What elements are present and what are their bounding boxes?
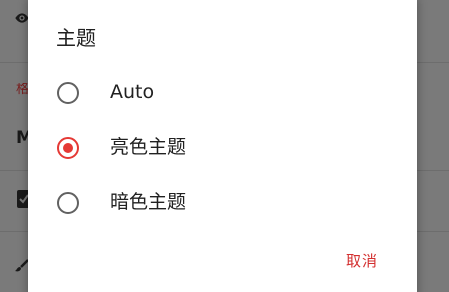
radio-dot [63, 143, 73, 153]
radio-checked-icon[interactable] [57, 137, 79, 159]
option-label: Auto [110, 81, 155, 103]
dialog-title: 主题 [56, 26, 96, 50]
option-auto[interactable]: Auto [28, 69, 417, 117]
option-label: 亮色主题 [110, 136, 187, 158]
radio-unchecked-icon[interactable] [57, 82, 79, 104]
theme-dialog: 主题 Auto 亮色主题 暗色主题 取消 [28, 0, 417, 292]
screen: 格 M 主题 Auto 亮色主题 暗色主题 取消 [0, 0, 449, 292]
cancel-button[interactable]: 取消 [340, 246, 384, 276]
radio-unchecked-icon[interactable] [57, 192, 79, 214]
option-light-theme[interactable]: 亮色主题 [28, 124, 417, 172]
option-dark-theme[interactable]: 暗色主题 [28, 179, 417, 227]
option-label: 暗色主题 [110, 191, 187, 213]
